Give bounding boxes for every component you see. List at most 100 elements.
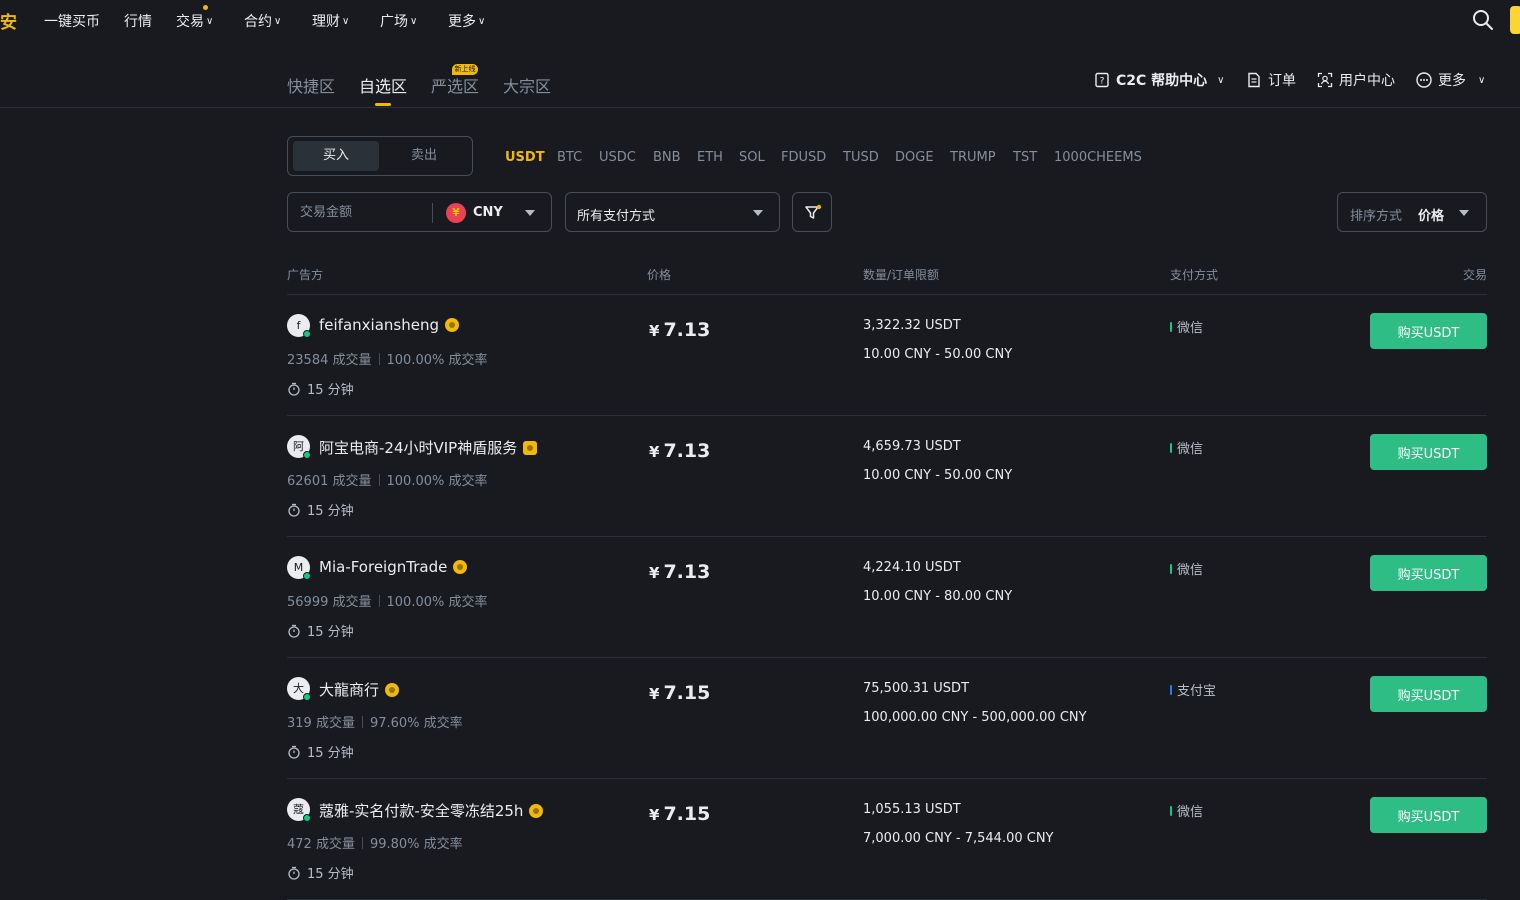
merchant-name[interactable]: 阿宝电商-24小时VIP神盾服务 — [319, 437, 538, 458]
coin-tab-bnb[interactable]: BNB — [653, 150, 681, 165]
column-header-price: 价格 — [647, 268, 672, 282]
help-center-link[interactable]: ? C2C 帮助中心 ∨ — [1094, 70, 1225, 90]
buy-usdt-button[interactable]: 购买USDT — [1370, 313, 1487, 349]
avatar[interactable]: 阿 — [287, 435, 311, 459]
user-center-label: 用户中心 — [1339, 73, 1395, 89]
payment-method-select[interactable]: 所有支付方式 — [565, 192, 780, 232]
merchant-name[interactable]: feifanxiansheng — [319, 316, 459, 334]
available-quantity: 4,659.73 USDT — [863, 439, 961, 454]
avatar[interactable]: 大 — [287, 677, 311, 701]
divider — [378, 474, 380, 486]
more-dots-icon — [1416, 72, 1432, 88]
user-center-link[interactable]: 用户中心 — [1317, 70, 1395, 90]
payment-color-bar — [1170, 684, 1172, 695]
caret-down-icon — [1459, 210, 1469, 216]
buy-usdt-button[interactable]: 购买USDT — [1370, 555, 1487, 591]
payment-time: 15 分钟 — [287, 863, 354, 882]
sell-tab[interactable]: 卖出 — [381, 141, 467, 171]
currency-symbol: ¥ — [649, 685, 660, 703]
order-limit: 10.00 CNY - 80.00 CNY — [863, 589, 1013, 604]
payment-time: 15 分钟 — [287, 621, 354, 640]
order-count: 319 成交量 — [287, 716, 355, 731]
available-quantity: 1,055.13 USDT — [863, 802, 961, 817]
buy-usdt-button[interactable]: 购买USDT — [1370, 434, 1487, 470]
payment-color-bar — [1170, 563, 1172, 574]
tab-selected[interactable]: 严选区 — [431, 73, 479, 97]
coin-tab-doge[interactable]: DOGE — [895, 150, 934, 165]
currency-select[interactable]: CNY — [473, 205, 503, 220]
tab-p2p[interactable]: 自选区 — [359, 73, 407, 97]
column-header-quantity: 数量/订单限额 — [863, 268, 940, 282]
verified-merchant-icon — [453, 560, 468, 574]
coin-tab-fdusd[interactable]: FDUSD — [781, 150, 826, 165]
price-value: 7.13 — [663, 561, 711, 583]
nav-item-quick-buy[interactable]: 一键买币 — [44, 11, 100, 31]
payment-time: 15 分钟 — [287, 500, 354, 519]
merchant-name[interactable]: Mia-ForeignTrade — [319, 558, 468, 576]
filter-button[interactable] — [792, 192, 832, 232]
price-value: 7.13 — [663, 440, 711, 462]
sort-select[interactable]: 排序方式 价格 — [1337, 192, 1487, 232]
register-button[interactable] — [1510, 6, 1520, 34]
nav-label: 交易 — [176, 14, 204, 30]
avatar-initial: 阿 — [293, 440, 304, 453]
orders-link[interactable]: 订单 — [1246, 70, 1296, 90]
buy-usdt-button[interactable]: 购买USDT — [1370, 797, 1487, 833]
coin-tab-eth[interactable]: ETH — [697, 150, 723, 165]
available-quantity: 75,500.31 USDT — [863, 681, 970, 696]
merchant-name[interactable]: 大龍商行 — [319, 679, 400, 700]
tab-block[interactable]: 大宗区 — [503, 73, 551, 97]
caret-down-icon[interactable] — [525, 210, 535, 216]
column-header-payment: 支付方式 — [1170, 268, 1219, 282]
divider — [361, 837, 363, 849]
more-menu[interactable]: 更多 ∨ — [1416, 70, 1485, 90]
price: ¥7.15 — [649, 803, 710, 825]
nav-label: 行情 — [124, 14, 152, 30]
nav-item-trade[interactable]: 交易 ∨ — [176, 11, 213, 31]
brand-logo[interactable]: 安 — [0, 8, 17, 33]
timer-icon — [288, 382, 300, 396]
nav-label: 一键买币 — [44, 14, 100, 30]
coin-tab-usdc[interactable]: USDC — [599, 150, 636, 165]
avatar[interactable]: f — [287, 314, 311, 338]
nav-item-futures[interactable]: 合约 ∨ — [244, 11, 281, 31]
coin-tab-btc[interactable]: BTC — [557, 150, 582, 165]
coin-tab-1000cheems[interactable]: 1000CHEEMS — [1054, 150, 1142, 165]
coin-tab-tusd[interactable]: TUSD — [843, 150, 879, 165]
nav-item-more[interactable]: 更多 ∨ — [448, 11, 485, 31]
document-icon — [1248, 72, 1260, 88]
table-row: f feifanxiansheng 23584 成交量 100.00% 成交率 1… — [287, 295, 1487, 416]
divider — [361, 716, 363, 728]
payment-method-text: 微信 — [1177, 321, 1204, 336]
buy-usdt-button[interactable]: 购买USDT — [1370, 676, 1487, 712]
help-icon: ? — [1095, 72, 1109, 88]
divider — [432, 203, 433, 223]
avatar[interactable]: M — [287, 556, 311, 580]
tab-express[interactable]: 快捷区 — [287, 73, 335, 97]
nav-item-square[interactable]: 广场 ∨ — [380, 11, 417, 31]
merchant-name[interactable]: 蔻雅-实名付款-安全零冻结25h — [319, 800, 544, 821]
divider — [378, 353, 380, 365]
coin-tab-sol[interactable]: SOL — [739, 150, 765, 165]
nav-item-markets[interactable]: 行情 — [124, 11, 152, 31]
nav-label: 理财 — [312, 14, 340, 30]
completion-rate: 100.00% 成交率 — [386, 474, 488, 489]
chevron-down-icon: ∨ — [342, 15, 350, 27]
amount-input[interactable] — [300, 205, 430, 220]
price: ¥7.13 — [649, 319, 710, 341]
nav-item-earn[interactable]: 理财 ∨ — [312, 11, 349, 31]
avatar[interactable]: 蔻 — [287, 798, 311, 822]
buy-tab[interactable]: 买入 — [293, 141, 379, 171]
coin-tab-tst[interactable]: TST — [1013, 150, 1037, 165]
search-icon[interactable] — [1471, 8, 1495, 32]
new-badge: 新上线 — [452, 64, 478, 75]
payment-time-text: 15 分钟 — [307, 383, 354, 398]
chevron-down-icon: ∨ — [410, 15, 418, 27]
coin-tab-usdt[interactable]: USDT — [505, 150, 545, 165]
coin-tab-trump[interactable]: TRUMP — [950, 150, 996, 165]
chevron-down-icon: ∨ — [478, 15, 486, 27]
amount-filter: ¥ CNY — [287, 192, 552, 232]
chevron-down-icon: ∨ — [1478, 74, 1486, 86]
completion-rate: 100.00% 成交率 — [386, 353, 488, 368]
more-label: 更多 — [1438, 73, 1466, 89]
